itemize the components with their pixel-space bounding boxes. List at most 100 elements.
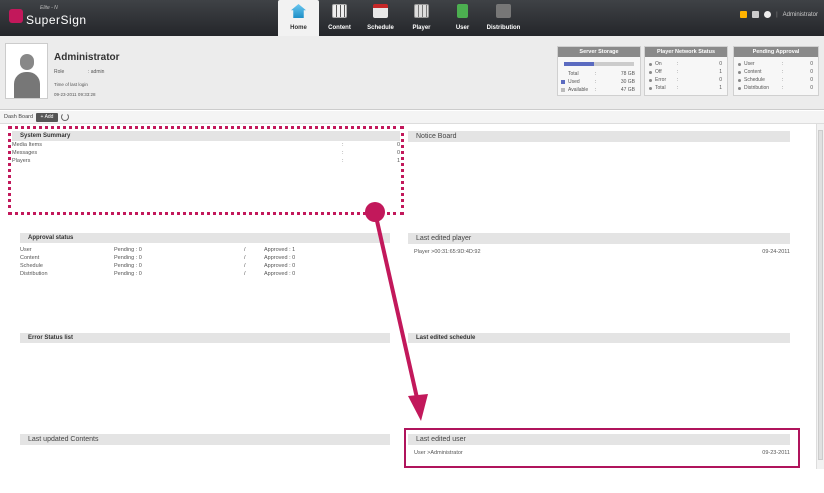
main-nav: Home Content Schedule Player User Distri… xyxy=(278,0,524,36)
nav-user[interactable]: User xyxy=(442,0,483,36)
nav-player[interactable]: Player xyxy=(401,0,442,36)
approval-row: Distribution Pending : 0 / Approved : 0 xyxy=(20,270,390,278)
approval-approved: Approved : 0 xyxy=(264,263,296,269)
storage-row: Available : 47 GB xyxy=(558,86,640,94)
profile-name: Administrator xyxy=(54,52,120,63)
used-swatch-icon xyxy=(561,80,565,84)
available-swatch-icon xyxy=(561,88,565,92)
bullet-icon xyxy=(738,63,741,66)
error-status-title: Error Status list xyxy=(20,333,390,343)
notice-board-panel: Notice Board xyxy=(408,131,790,142)
nav-user-label: User xyxy=(455,25,470,31)
server-storage-title: Server Storage xyxy=(558,47,640,57)
storage-sep: : xyxy=(595,79,597,85)
network-sep: : xyxy=(677,61,679,67)
pending-sep: : xyxy=(782,69,784,75)
nav-content-label: Content xyxy=(328,25,351,31)
last-updated-contents-title: Last updated Contents xyxy=(20,434,390,445)
gear-icon[interactable] xyxy=(764,11,772,18)
last-login-value: 09-23-2011 09:33:28 xyxy=(54,92,96,97)
network-sep: : xyxy=(677,77,679,83)
pending-label: Schedule xyxy=(744,77,765,83)
network-value: 0 xyxy=(719,77,722,83)
last-edited-schedule-title: Last edited schedule xyxy=(408,333,790,343)
vertical-scrollbar[interactable] xyxy=(816,124,824,469)
logo-icon xyxy=(9,9,23,23)
separator: | xyxy=(776,11,778,18)
approval-slash: / xyxy=(244,255,246,261)
storage-used-fill xyxy=(564,62,595,66)
storage-sep: : xyxy=(595,87,597,93)
nav-schedule-label: Schedule xyxy=(367,25,394,31)
bullet-icon xyxy=(649,71,652,74)
pending-value: 0 xyxy=(810,61,813,67)
player-network-box: Player Network Status On: 0 Off: 1 Error: 0… xyxy=(644,46,728,96)
network-label: Total xyxy=(655,85,666,91)
approval-approved: Approved : 1 xyxy=(264,247,296,253)
last-edited-player-row[interactable]: Player >00:31:65:9D:4D:92 09-24-2011 xyxy=(408,248,790,256)
dashboard-label: Dash Board xyxy=(4,114,34,120)
last-edited-player-title: Last edited player xyxy=(408,233,790,244)
pending-sep: : xyxy=(782,61,784,67)
annotation-arrowhead-icon xyxy=(408,394,428,421)
approval-row: Content Pending : 0 / Approved : 0 xyxy=(20,254,390,262)
bullet-icon xyxy=(738,87,741,90)
network-label: Off xyxy=(655,69,662,75)
pending-row[interactable]: Schedule: 0 xyxy=(734,76,818,84)
refresh-icon[interactable] xyxy=(61,113,69,121)
storage-value: 47 GB xyxy=(620,87,635,93)
notification-icon[interactable] xyxy=(740,11,748,18)
pending-approval-box: Pending Approval User: 0 Content: 0 Schedu… xyxy=(733,46,819,96)
highlight-dotted-frame xyxy=(8,126,404,215)
bullet-icon xyxy=(649,79,652,82)
pending-label: User xyxy=(744,61,755,67)
approval-label: Schedule xyxy=(20,263,43,269)
notice-board-title: Notice Board xyxy=(408,131,790,142)
nav-schedule[interactable]: Schedule xyxy=(360,0,401,36)
nav-home[interactable]: Home xyxy=(278,0,319,36)
approval-row: Schedule Pending : 0 / Approved : 0 xyxy=(20,262,390,270)
avatar xyxy=(5,43,48,99)
pending-row[interactable]: Content: 0 xyxy=(734,68,818,76)
storage-sep: : xyxy=(595,71,597,77)
user-icon xyxy=(457,4,468,18)
storage-label: Available xyxy=(568,87,589,93)
storage-value: 30 GB xyxy=(620,79,635,85)
logo-text: SuperSign xyxy=(26,13,87,27)
logo-subtitle: Elite - N xyxy=(40,5,58,11)
approval-pending: Pending : 0 xyxy=(114,271,142,277)
network-label: Error xyxy=(655,77,667,83)
role-label: Role xyxy=(54,69,65,75)
approval-label: User xyxy=(20,247,32,253)
document-icon[interactable] xyxy=(752,11,760,18)
nav-distribution[interactable]: Distribution xyxy=(483,0,524,36)
player-item: Player >00:31:65:9D:4D:92 xyxy=(414,249,481,255)
pending-row[interactable]: User: 0 xyxy=(734,60,818,68)
storage-label: Used xyxy=(568,79,580,85)
top-bar: Elite - N SuperSign Home Content Schedul… xyxy=(0,0,824,36)
network-row: Error: 0 xyxy=(645,76,727,84)
network-value: 1 xyxy=(719,69,722,75)
approval-status-title: Approval status xyxy=(20,233,390,243)
approval-row: User Pending : 0 / Approved : 1 xyxy=(20,246,390,254)
nav-player-label: Player xyxy=(412,25,431,31)
bullet-icon xyxy=(649,87,652,90)
pending-row[interactable]: Distribution: 0 xyxy=(734,84,818,92)
storage-row: Total : 78 GB xyxy=(558,70,640,78)
last-login-label: Time of last login xyxy=(54,82,88,87)
distribution-icon xyxy=(496,4,511,18)
storage-label: Total xyxy=(568,71,579,77)
approval-approved: Approved : 0 xyxy=(264,255,296,261)
player-date: 09-24-2011 xyxy=(762,249,790,255)
nav-content[interactable]: Content xyxy=(319,0,360,36)
approval-approved: Approved : 0 xyxy=(264,271,296,277)
dashboard-bar: Dash Board + Add xyxy=(0,111,824,124)
pending-label: Distribution xyxy=(744,85,770,91)
current-user[interactable]: Administrator xyxy=(783,12,818,18)
approval-status-panel: Approval status User Pending : 0 / Approved… xyxy=(20,233,390,278)
top-right-tools: | Administrator xyxy=(740,11,818,18)
add-widget-button[interactable]: + Add xyxy=(36,113,58,122)
scrollbar-thumb[interactable] xyxy=(818,130,823,460)
pending-sep: : xyxy=(782,77,784,83)
approval-pending: Pending : 0 xyxy=(114,263,142,269)
